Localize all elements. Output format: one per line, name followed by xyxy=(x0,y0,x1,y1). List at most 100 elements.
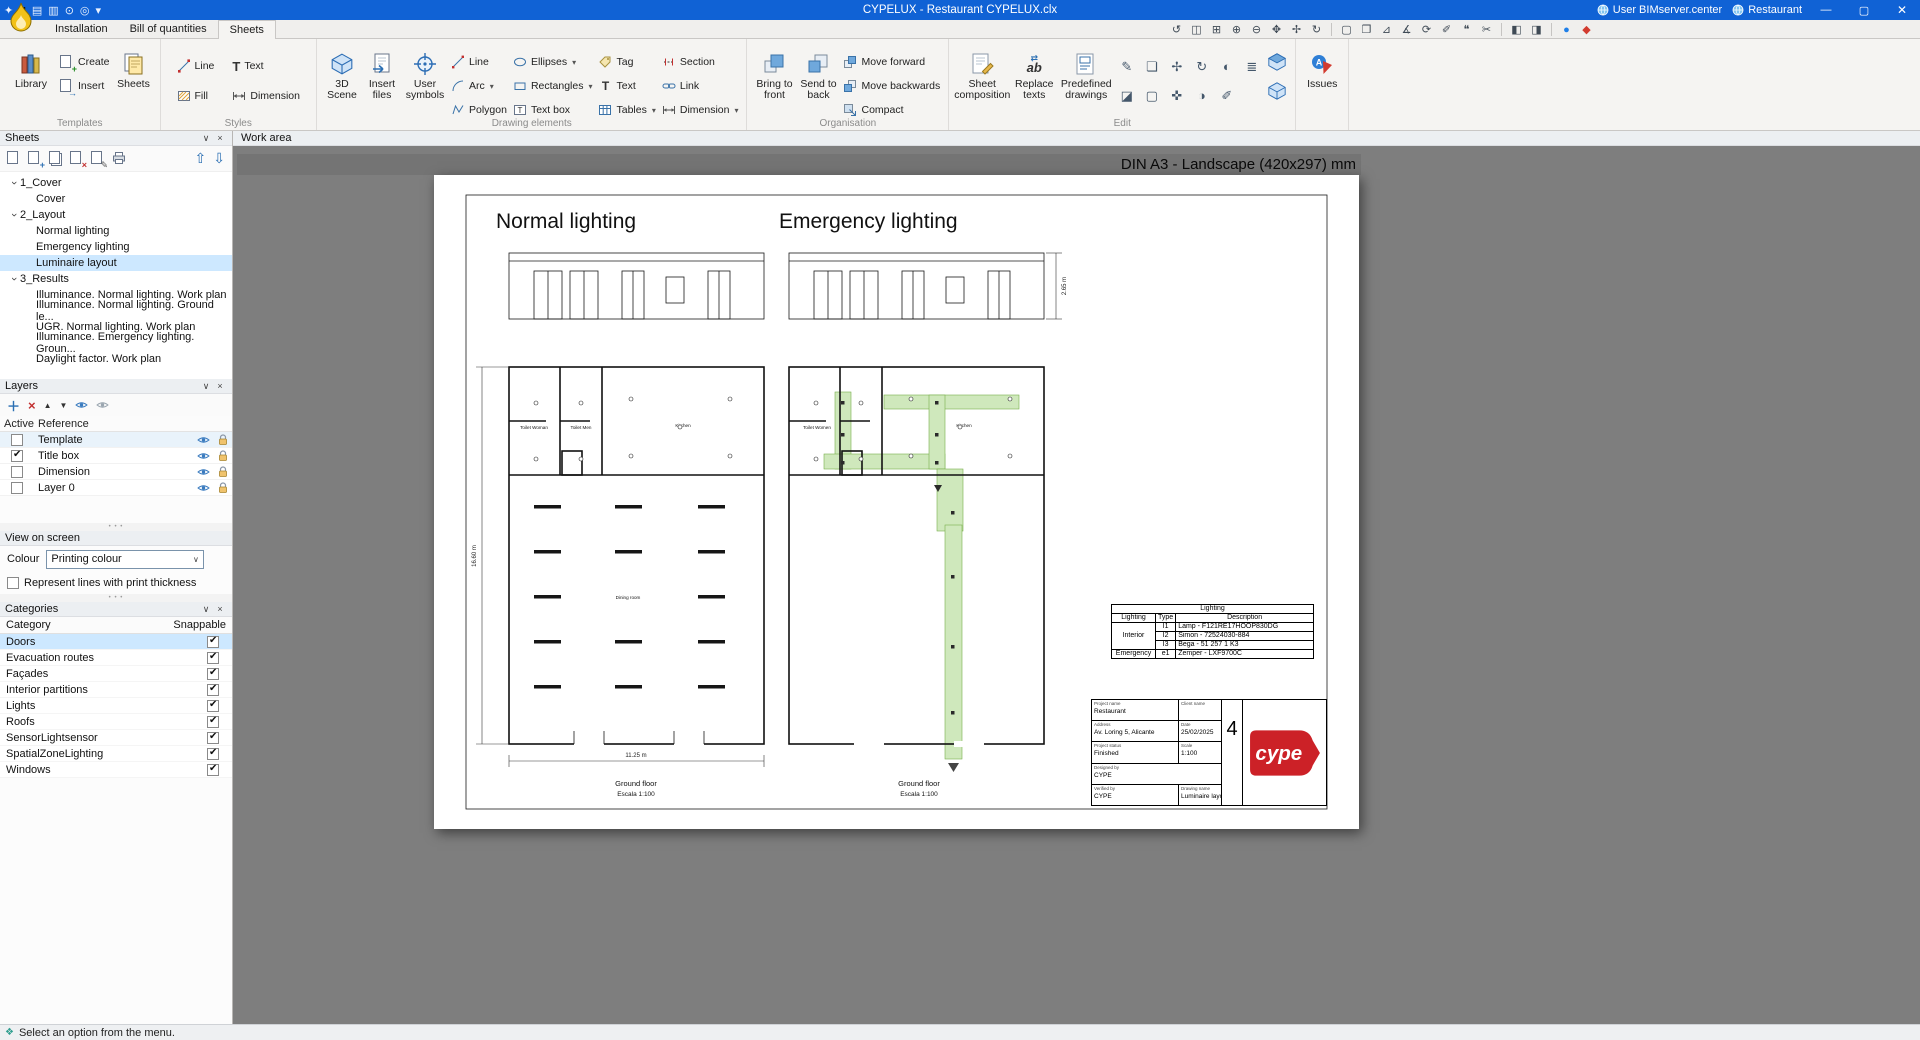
move-forward-button[interactable]: Move forward xyxy=(840,52,943,72)
collapse-panel-icon[interactable]: ∨ xyxy=(199,381,213,392)
tree-item[interactable]: Emergency lighting xyxy=(0,239,232,255)
draw-line-button[interactable]: Line xyxy=(448,52,510,72)
add-sheet-icon[interactable]: + xyxy=(28,151,42,166)
layer-lock-icon[interactable] xyxy=(213,434,232,446)
layer-active-checkbox[interactable] xyxy=(11,482,23,494)
tree-item[interactable]: ›1_Cover xyxy=(0,175,232,191)
category-row[interactable]: SensorLightsensor xyxy=(0,730,232,746)
layer-visibility-icon[interactable] xyxy=(194,451,213,461)
sheet-paper[interactable]: Normal lighting Emergency lighting xyxy=(434,175,1359,829)
move-down-icon[interactable]: ⇩ xyxy=(213,150,225,167)
hide-all-layers-icon[interactable] xyxy=(96,400,109,410)
print-thickness-row[interactable]: Represent lines with print thickness xyxy=(0,572,232,594)
close-panel-icon[interactable]: × xyxy=(213,381,227,391)
bimserver-center-icon[interactable]: ◆ xyxy=(1578,22,1595,37)
layer-active-checkbox[interactable] xyxy=(11,450,23,462)
move-up-icon[interactable]: ⇧ xyxy=(195,150,207,167)
bimserver-user-button[interactable]: User BIMserver.center xyxy=(1597,4,1722,16)
mirror-tool-icon[interactable]: ◐ xyxy=(1215,55,1238,78)
sheets-manager-button[interactable]: Sheets xyxy=(113,42,155,90)
layer-visibility-icon[interactable] xyxy=(194,435,213,445)
draw-polygon-button[interactable]: Polygon xyxy=(448,100,510,120)
settings-icon[interactable]: ◎ xyxy=(80,4,90,17)
draw-dimension-button[interactable]: Dimension▾ xyxy=(659,100,742,120)
colour-select[interactable]: Printing colour ∨ xyxy=(46,550,204,569)
tree-item[interactable]: Illuminance. Normal lighting. Ground le.… xyxy=(0,303,232,319)
region-select-tool-icon[interactable]: ▢ xyxy=(1140,84,1163,107)
panel-splitter[interactable] xyxy=(0,594,232,602)
snappable-checkbox[interactable] xyxy=(207,652,219,664)
user-symbols-button[interactable]: User symbols xyxy=(402,42,448,101)
edit-tool-icon[interactable]: ✎ xyxy=(1115,55,1138,78)
rotate-tool-icon[interactable]: ↻ xyxy=(1190,55,1213,78)
layer-active-checkbox[interactable] xyxy=(11,466,23,478)
modify-tool-icon[interactable]: ✐ xyxy=(1215,84,1238,107)
draw-ellipses-button[interactable]: Ellipses▾ xyxy=(510,52,596,72)
zoom-page-icon[interactable]: ◫ xyxy=(1188,22,1205,37)
symmetry-tool-icon[interactable]: ◑ xyxy=(1190,84,1213,107)
layer-lock-icon[interactable] xyxy=(213,482,232,494)
bimserver-project-button[interactable]: Restaurant xyxy=(1732,4,1802,16)
snap-tool-icon[interactable]: ✜ xyxy=(1165,84,1188,107)
show-all-layers-icon[interactable] xyxy=(75,400,88,410)
copy-tool-icon[interactable]: ❏ xyxy=(1140,55,1163,78)
draw-rectangles-button[interactable]: Rectangles▾ xyxy=(510,76,596,96)
draw-text-button[interactable]: T Text xyxy=(595,76,658,96)
layer-lock-icon[interactable] xyxy=(213,450,232,462)
drawing-canvas[interactable]: DIN A3 - Landscape (420x297) mm Normal l… xyxy=(233,146,1920,1024)
dual-view-icon[interactable]: ❐ xyxy=(1358,22,1375,37)
predefined-drawings-button[interactable]: Predefined drawings xyxy=(1058,42,1114,101)
comment-icon[interactable]: ❝ xyxy=(1458,22,1475,37)
category-row[interactable]: Evacuation routes xyxy=(0,650,232,666)
move-tool-icon[interactable]: ✢ xyxy=(1165,55,1188,78)
layer-up-icon[interactable]: ▲ xyxy=(44,401,52,410)
create-button[interactable]: + Create xyxy=(57,52,113,72)
minimize-button[interactable]: — xyxy=(1812,4,1840,16)
cut-icon[interactable]: ✂ xyxy=(1478,22,1495,37)
tab-sheets[interactable]: Sheets xyxy=(218,20,276,39)
bimserver-sync-icon[interactable]: ● xyxy=(1558,22,1575,37)
send-to-back-button[interactable]: Send to back xyxy=(796,42,840,101)
close-panel-icon[interactable]: × xyxy=(213,604,227,614)
draw-tag-button[interactable]: Tag xyxy=(595,52,658,72)
category-row[interactable]: SpatialZoneLighting xyxy=(0,746,232,762)
chevron-down-icon[interactable]: › xyxy=(8,177,20,189)
layer-row[interactable]: Title box xyxy=(0,448,232,464)
zoom-in-icon[interactable]: ⊕ xyxy=(1228,22,1245,37)
category-row[interactable]: Lights xyxy=(0,698,232,714)
layer-visibility-icon[interactable] xyxy=(194,467,213,477)
draw-link-button[interactable]: Link xyxy=(659,76,742,96)
layer-active-checkbox[interactable] xyxy=(11,434,23,446)
category-row[interactable]: Doors xyxy=(0,634,232,650)
snappable-checkbox[interactable] xyxy=(207,684,219,696)
insert-button[interactable]: → Insert xyxy=(57,76,113,96)
snappable-checkbox[interactable] xyxy=(207,732,219,744)
draw-tables-button[interactable]: Tables▾ xyxy=(595,100,658,120)
snappable-checkbox[interactable] xyxy=(207,636,219,648)
erase-tool-icon[interactable]: ◪ xyxy=(1115,84,1138,107)
snappable-checkbox[interactable] xyxy=(207,748,219,760)
panel-left-icon[interactable]: ◧ xyxy=(1508,22,1525,37)
close-panel-icon[interactable]: × xyxy=(213,133,227,143)
replace-texts-button[interactable]: ⇄ab Replace texts xyxy=(1010,42,1058,101)
tree-item[interactable]: Cover xyxy=(0,191,232,207)
quick-access-dropdown-icon[interactable]: ▾ xyxy=(96,4,102,17)
line-style-button[interactable]: Line xyxy=(174,56,218,76)
protractor-icon[interactable]: ∡ xyxy=(1398,22,1415,37)
insert-files-button[interactable]: Insert files xyxy=(362,42,402,101)
tree-item[interactable]: Normal lighting xyxy=(0,223,232,239)
delete-layer-icon[interactable]: × xyxy=(28,398,36,413)
library-button[interactable]: Library xyxy=(5,42,57,90)
frame-select-icon[interactable]: ▢ xyxy=(1338,22,1355,37)
layer-lock-icon[interactable] xyxy=(213,466,232,478)
redraw-icon[interactable]: ↻ xyxy=(1308,22,1325,37)
tree-item-selected[interactable]: Luminaire layout xyxy=(0,255,232,271)
tree-item[interactable]: Illuminance. Emergency lighting. Groun..… xyxy=(0,335,232,351)
draw-arc-button[interactable]: Arc▾ xyxy=(448,76,510,96)
pointer-mode-icon[interactable]: ↺ xyxy=(1168,22,1185,37)
snappable-checkbox[interactable] xyxy=(207,700,219,712)
tree-item[interactable]: ›3_Results xyxy=(0,271,232,287)
new-sheet-icon[interactable] xyxy=(7,151,21,166)
maximize-button[interactable]: ▢ xyxy=(1850,4,1878,17)
panel-right-icon[interactable]: ◨ xyxy=(1528,22,1545,37)
